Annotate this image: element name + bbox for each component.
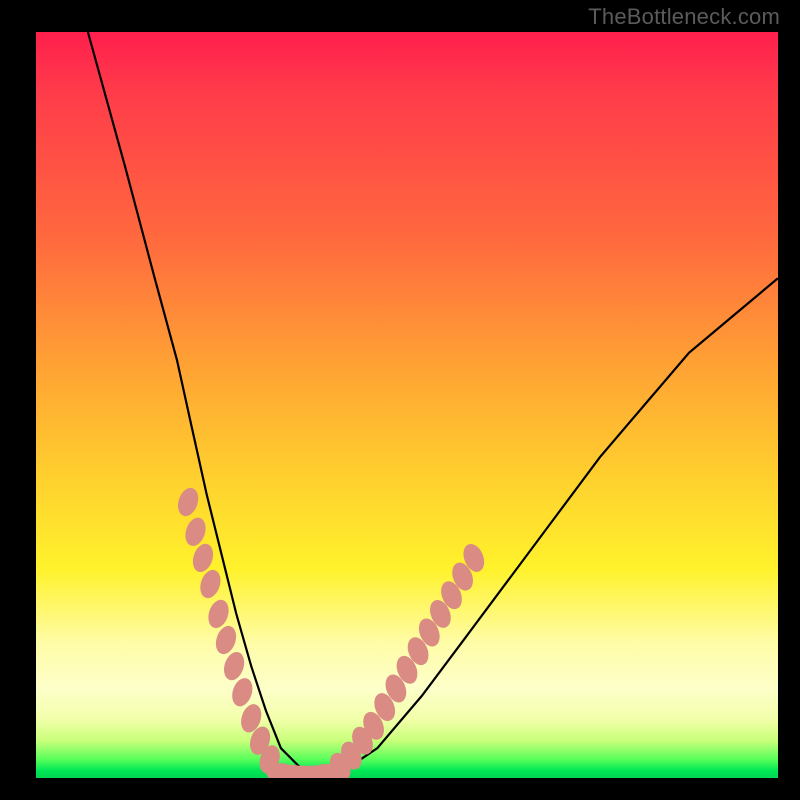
bead-marker: [229, 676, 255, 708]
watermark-text: TheBottleneck.com: [588, 4, 780, 30]
chart-frame: TheBottleneck.com: [0, 0, 800, 800]
bead-marker: [206, 598, 232, 630]
bead-markers: [175, 486, 487, 778]
curve-overlay: [36, 32, 778, 778]
bead-marker: [213, 624, 239, 656]
bead-marker: [190, 542, 216, 574]
bead-marker: [198, 568, 224, 600]
plot-area: [36, 32, 778, 778]
bottleneck-curve: [88, 32, 778, 778]
bead-marker: [183, 516, 209, 548]
bead-marker: [221, 650, 247, 682]
bead-marker: [175, 486, 201, 518]
